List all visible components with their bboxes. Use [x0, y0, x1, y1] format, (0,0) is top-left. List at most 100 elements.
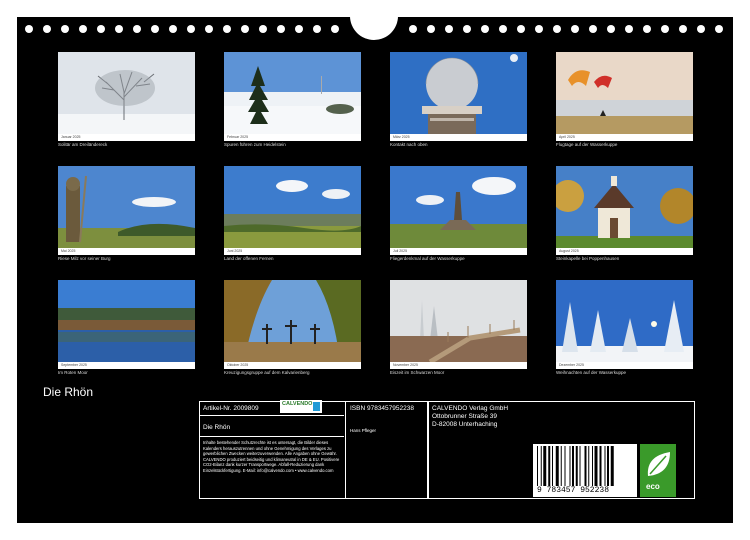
calendar-title: Die Rhön [43, 385, 94, 399]
binding-hole [223, 25, 231, 33]
month-photo [556, 52, 693, 134]
binding-hole [97, 25, 105, 33]
binding-hole [535, 25, 543, 33]
leaf-icon [647, 452, 670, 476]
binding-hole [517, 25, 525, 33]
month-name: September 2025 [61, 363, 87, 367]
binding-hole [277, 25, 285, 33]
month-photo [224, 280, 361, 362]
calendar-strip: April 2025 [556, 134, 693, 141]
binding-hole [43, 25, 51, 33]
legal-description: Inhalte bestehender Schutzrechte ist es … [203, 440, 340, 473]
binding-hole [571, 25, 579, 33]
month-caption: Kreuzigungsgruppe auf dem Kalvarienberg [224, 370, 310, 375]
binding-hole [187, 25, 195, 33]
article-number: Artikel-Nr. 2009809 [203, 405, 259, 412]
month-caption: Kontakt nach oben [390, 142, 428, 147]
binding-hole [61, 25, 69, 33]
month-photo [58, 280, 195, 362]
month-name: Februar 2025 [227, 135, 249, 139]
eco-badge: eco [640, 444, 676, 497]
calvendo-logo: CALVENDO [280, 400, 322, 413]
binding-hole [589, 25, 597, 33]
binding-hole [133, 25, 141, 33]
binding-hole [463, 25, 471, 33]
month-photo [58, 166, 195, 248]
binding-hole [697, 25, 705, 33]
eco-label: eco [646, 482, 660, 491]
binding-hole [625, 25, 633, 33]
hanger-notch [350, 16, 398, 40]
binding-hole [313, 25, 321, 33]
month-caption: Fliegerdenkmal auf der Wasserkuppe [390, 256, 465, 261]
month-name: Dezember 2025 [559, 363, 584, 367]
calendar-strip: November 2025 [390, 362, 527, 369]
author: Hans Pfleger [350, 428, 377, 433]
month-name: März 2025 [393, 135, 410, 139]
publisher-city: D-82008 Unterhaching [432, 421, 498, 428]
calendar-strip: März 2025 [390, 134, 527, 141]
month-name: April 2025 [559, 135, 575, 139]
month-caption: Solitär am Dreiländereck [58, 142, 108, 147]
calendar-strip: Mai 2025 [58, 248, 195, 255]
calendar-strip: Dezember 2025 [556, 362, 693, 369]
barcode: 9 783457 952238 [533, 444, 637, 497]
month-name: August 2025 [559, 249, 579, 253]
month-photo [58, 52, 195, 134]
month-caption: Land der offenen Fernen [224, 256, 274, 261]
month-caption: Steinkapelle bei Poppenhausen [556, 256, 620, 261]
calendar-strip: Juli 2025 [390, 248, 527, 255]
binding-hole [553, 25, 561, 33]
calendar-strip: August 2025 [556, 248, 693, 255]
month-caption: Im Roten Moor [58, 370, 88, 375]
binding-hole [151, 25, 159, 33]
month-caption: Eiszeit im Schwarzen Moor [390, 370, 445, 375]
month-caption: Spuren führen zum Heidelstein [224, 142, 286, 147]
month-name: Januar 2025 [61, 135, 81, 139]
binding-hole [607, 25, 615, 33]
binding-hole [715, 25, 723, 33]
month-photo [556, 166, 693, 248]
month-name: Juli 2025 [393, 249, 408, 253]
month-photo [224, 52, 361, 134]
binding-hole [427, 25, 435, 33]
month-photo [390, 52, 527, 134]
calendar-strip: Juni 2025 [224, 248, 361, 255]
month-photo [390, 280, 527, 362]
publisher-name: CALVENDO Verlag GmbH [432, 405, 509, 412]
binding-hole [679, 25, 687, 33]
month-name: Oktober 2025 [227, 363, 249, 367]
binding-hole [169, 25, 177, 33]
binding-hole [661, 25, 669, 33]
binding-hole [205, 25, 213, 33]
binding-hole [295, 25, 303, 33]
binding-hole [331, 25, 339, 33]
binding-hole [499, 25, 507, 33]
binding-hole [643, 25, 651, 33]
binding-hole [25, 25, 33, 33]
binding-hole [241, 25, 249, 33]
calendar-strip: Januar 2025 [58, 134, 195, 141]
month-caption: Weihnachten auf der Wasserkuppe [556, 370, 627, 375]
calendar-strip: September 2025 [58, 362, 195, 369]
binding-hole [481, 25, 489, 33]
month-name: November 2025 [393, 363, 418, 367]
month-photo [390, 166, 527, 248]
month-caption: Riese Milz vor seiner Burg [58, 256, 111, 261]
binding-hole [259, 25, 267, 33]
binding-hole [445, 25, 453, 33]
binding-hole [115, 25, 123, 33]
calendar-strip: Februar 2025 [224, 134, 361, 141]
month-caption: Flugtage auf der Wasserkuppe [556, 142, 618, 147]
isbn-box [345, 401, 429, 499]
month-name: Juni 2025 [227, 249, 243, 253]
month-photo [224, 166, 361, 248]
calendar-strip: Oktober 2025 [224, 362, 361, 369]
isbn: ISBN 9783457952238 [350, 405, 414, 412]
binding-hole [409, 25, 417, 33]
month-photo [556, 280, 693, 362]
binding-hole [79, 25, 87, 33]
barcode-number: 9 783457 952238 [537, 486, 610, 495]
product-title: Die Rhön [203, 424, 231, 431]
month-name: Mai 2025 [61, 249, 76, 253]
